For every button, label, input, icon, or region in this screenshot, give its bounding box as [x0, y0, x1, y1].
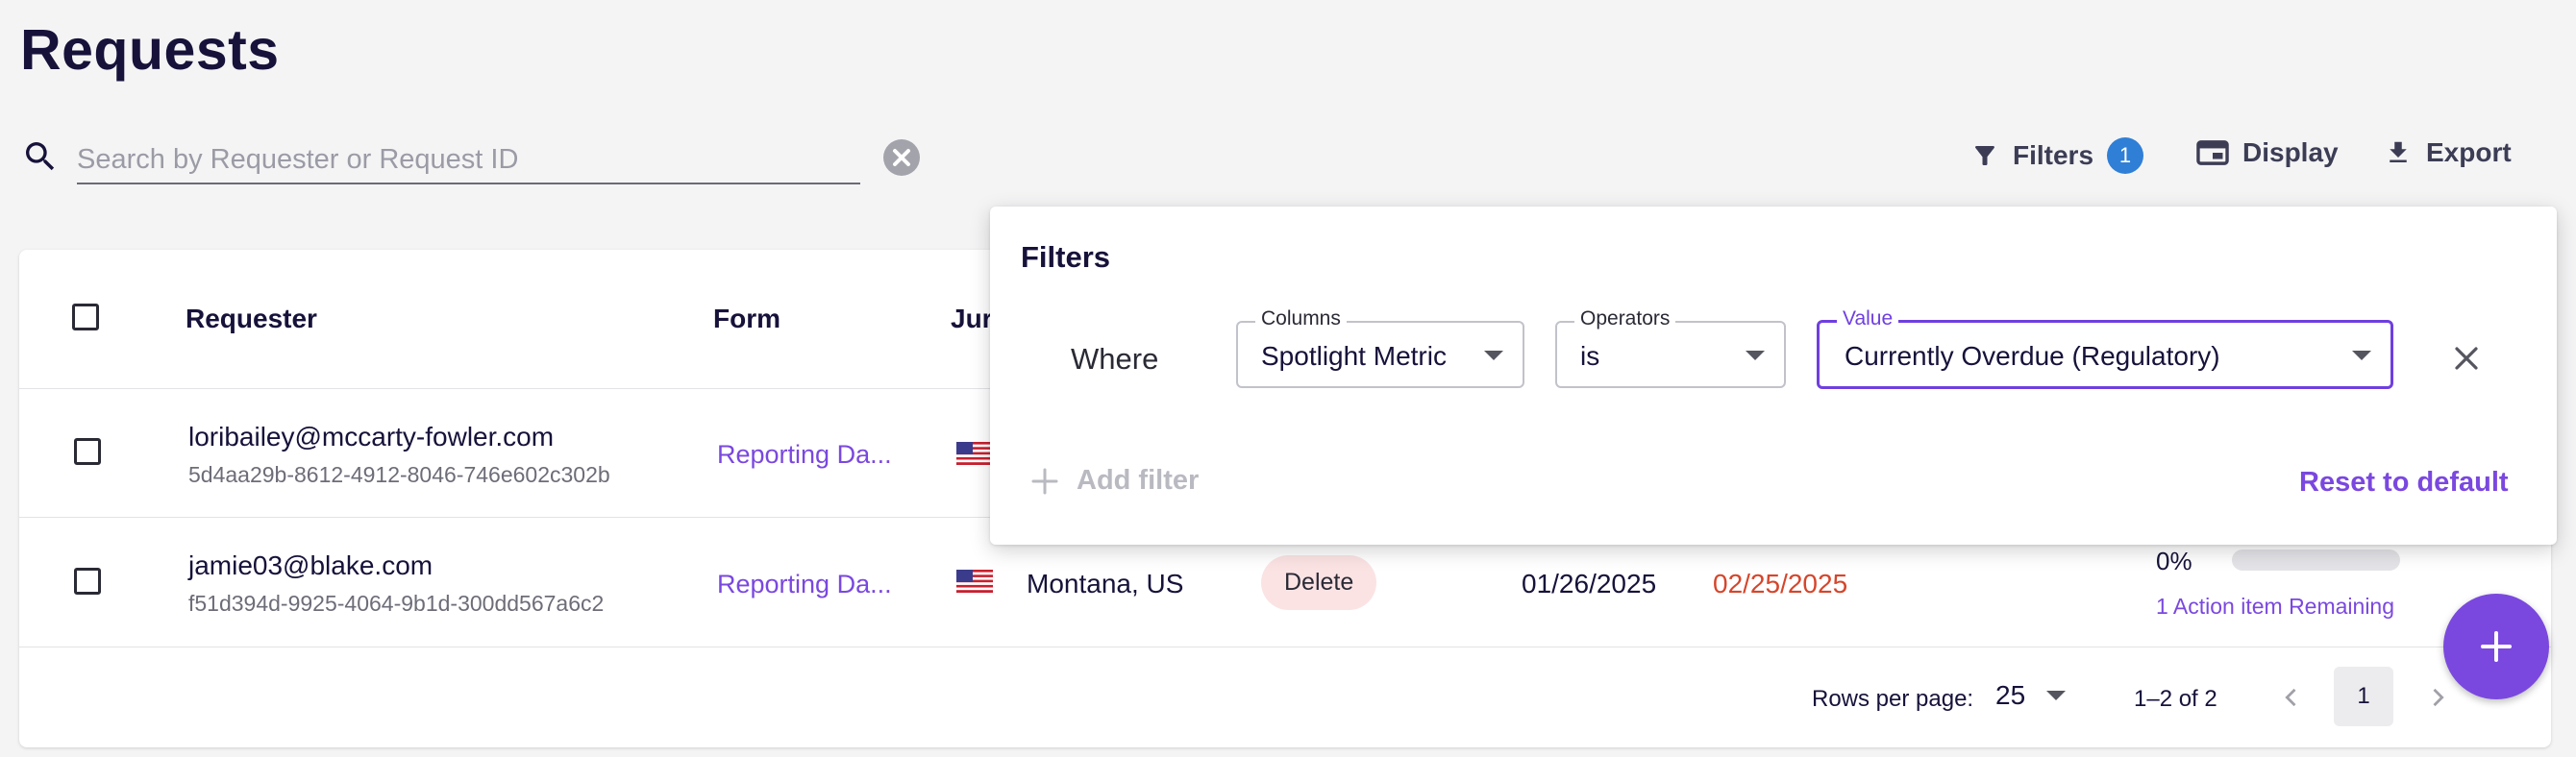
export-button[interactable]: Export	[2384, 137, 2512, 168]
chevron-left-icon[interactable]	[2278, 682, 2305, 713]
caret-down-icon	[1746, 351, 1765, 360]
filters-count-badge: 1	[2107, 137, 2144, 174]
caret-down-icon	[2352, 351, 2371, 360]
request-id: f51d394d-9925-4064-9b1d-300dd567a6c2	[188, 591, 605, 616]
us-flag-icon	[956, 570, 993, 593]
row-checkbox[interactable]	[74, 438, 101, 465]
select-all-checkbox[interactable]	[72, 304, 99, 330]
filter-icon	[1975, 146, 1994, 165]
columns-select[interactable]: Columns Spotlight Metric	[1236, 307, 1524, 388]
page-title: Requests	[20, 18, 280, 82]
caret-down-icon	[1484, 351, 1503, 360]
filters-panel-title: Filters	[1021, 240, 1111, 274]
columns-value: Spotlight Metric	[1261, 341, 1447, 371]
requester-email: jamie03@blake.com	[188, 550, 433, 580]
search-input[interactable]	[77, 136, 860, 184]
rows-per-page-select[interactable]: 25	[1995, 680, 2067, 711]
value-select[interactable]: Value Currently Overdue (Regulatory)	[1817, 307, 2393, 389]
header-requester[interactable]: Requester	[186, 304, 317, 334]
operators-select[interactable]: Operators is	[1555, 307, 1786, 388]
remove-filter-button[interactable]	[2449, 341, 2484, 376]
export-label: Export	[2426, 137, 2512, 167]
operators-value: is	[1580, 341, 1600, 371]
add-filter-button[interactable]: Add filter	[1030, 465, 1199, 497]
columns-legend: Columns	[1255, 307, 1347, 330]
caret-down-icon	[2046, 691, 2067, 700]
add-request-button[interactable]	[2443, 594, 2549, 699]
search-icon	[26, 142, 55, 171]
filters-button[interactable]: Filters 1	[1970, 137, 2144, 174]
request-type-chip: Delete	[1261, 555, 1377, 610]
jurisdiction: Montana, US	[1027, 569, 1184, 598]
plus-icon	[2481, 631, 2512, 662]
us-flag-icon	[956, 442, 993, 465]
requester-email: loribailey@mccarty-fowler.com	[188, 422, 555, 452]
download-icon	[2390, 141, 2407, 162]
clear-search-button[interactable]	[883, 139, 920, 176]
form-link[interactable]: Reporting Da...	[717, 440, 892, 470]
rows-per-page-value: 25	[1995, 680, 2026, 710]
chevron-right-icon[interactable]	[2424, 682, 2451, 713]
request-id: 5d4aa29b-8612-4912-8046-746e602c302b	[188, 462, 610, 487]
rows-per-page-label: Rows per page:	[1812, 686, 1974, 712]
form-link[interactable]: Reporting Da...	[717, 570, 892, 599]
value-value: Currently Overdue (Regulatory)	[1845, 341, 2220, 371]
action-items-link[interactable]: 1 Action item Remaining	[2156, 594, 2394, 620]
pagination-range: 1–2 of 2	[2134, 686, 2217, 712]
header-jurisdiction[interactable]: Jur	[951, 304, 993, 334]
progress-percent: 0%	[2156, 547, 2192, 575]
submitted-date: 01/26/2025	[1522, 569, 1657, 598]
due-date: 02/25/2025	[1713, 569, 1848, 598]
display-label: Display	[2242, 137, 2339, 167]
current-page-button[interactable]: 1	[2334, 667, 2393, 726]
operators-legend: Operators	[1574, 307, 1676, 330]
where-label: Where	[1071, 342, 1159, 376]
row-checkbox[interactable]	[74, 568, 101, 595]
plus-icon	[1031, 468, 1058, 494]
display-button[interactable]: Display	[2196, 137, 2339, 168]
add-filter-label: Add filter	[1077, 465, 1200, 496]
header-form[interactable]: Form	[713, 304, 780, 334]
reset-to-default-button[interactable]: Reset to default	[2299, 467, 2509, 499]
display-icon	[2196, 140, 2229, 165]
progress-bar	[2232, 549, 2400, 571]
close-icon	[893, 149, 910, 166]
filters-label: Filters	[2013, 140, 2094, 170]
value-legend: Value	[1837, 307, 1899, 330]
